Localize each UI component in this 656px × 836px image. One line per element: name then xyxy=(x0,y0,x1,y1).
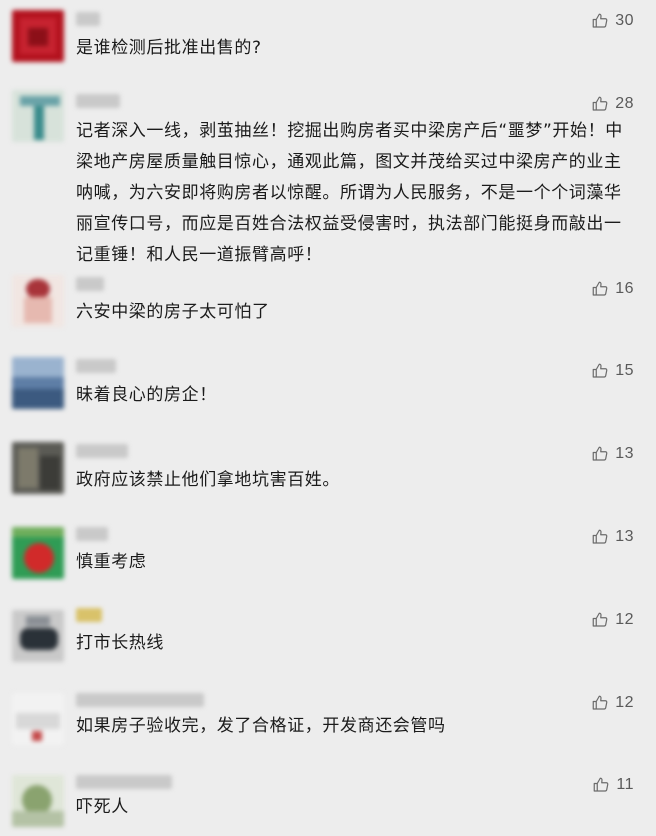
comment-text: 是谁检测后批准出售的? xyxy=(76,38,262,58)
like-button[interactable]: 15 xyxy=(591,360,634,382)
avatar[interactable] xyxy=(12,357,64,409)
like-button[interactable]: 11 xyxy=(592,774,634,796)
like-button[interactable]: 12 xyxy=(591,609,634,631)
comment-item: 昧着良心的房企！ 15 xyxy=(0,345,656,430)
comment-text: 六安中梁的房子太可怕了 xyxy=(76,302,270,322)
comment-text: 如果房子验收完，发了合格证，开发商还会管吗 xyxy=(76,716,446,736)
avatar[interactable] xyxy=(12,527,64,579)
comment-item: 政府应该禁止他们拿地坑害百姓。 13 xyxy=(0,430,656,515)
comment-text: 政府应该禁止他们拿地坑害百姓。 xyxy=(76,470,340,490)
thumbs-up-icon xyxy=(592,13,608,28)
thumbs-up-icon xyxy=(592,96,608,111)
nickname[interactable] xyxy=(76,12,100,26)
avatar[interactable] xyxy=(12,693,64,745)
like-button[interactable]: 13 xyxy=(591,526,634,548)
avatar[interactable] xyxy=(12,90,64,142)
thumbs-up-icon xyxy=(592,281,608,296)
like-count: 15 xyxy=(615,362,634,379)
nickname[interactable] xyxy=(76,527,108,541)
avatar[interactable] xyxy=(12,275,64,327)
like-count: 12 xyxy=(615,694,634,711)
like-button[interactable]: 28 xyxy=(591,93,634,115)
nickname[interactable] xyxy=(76,277,104,291)
comment-item: 慎重考虑 13 xyxy=(0,515,656,600)
comment-item: 如果房子验收完，发了合格证，开发商还会管吗 12 xyxy=(0,685,656,765)
like-count: 12 xyxy=(615,611,634,628)
avatar[interactable] xyxy=(12,775,64,827)
like-button[interactable]: 30 xyxy=(591,10,634,32)
like-count: 13 xyxy=(615,445,634,462)
comment-text: 吓死人 xyxy=(76,797,129,817)
comment-item: 吓死人 11 xyxy=(0,765,656,836)
comment-text: 记者深入一线，剥茧抽丝！挖掘出购房者买中梁房产后“噩梦”开始！中梁地产房屋质量触… xyxy=(76,121,623,265)
comment-text: 昧着良心的房企！ xyxy=(76,385,217,405)
like-button[interactable]: 12 xyxy=(591,692,634,714)
nickname[interactable] xyxy=(76,775,172,789)
thumbs-up-icon xyxy=(592,363,608,378)
comment-text: 慎重考虑 xyxy=(76,552,147,572)
thumbs-up-icon xyxy=(592,446,608,461)
comment-item: 记者深入一线，剥茧抽丝！挖掘出购房者买中梁房产后“噩梦”开始！中梁地产房屋质量触… xyxy=(0,80,656,265)
like-count: 28 xyxy=(615,95,634,112)
comment-item: 六安中梁的房子太可怕了 16 xyxy=(0,265,656,345)
nickname[interactable] xyxy=(76,444,128,458)
thumbs-up-icon xyxy=(594,777,609,792)
like-count: 11 xyxy=(616,776,634,793)
like-button[interactable]: 13 xyxy=(591,443,634,465)
thumbs-up-icon xyxy=(592,612,608,627)
like-count: 13 xyxy=(615,528,634,545)
avatar[interactable] xyxy=(12,10,64,62)
comment-list: 是谁检测后批准出售的? 30 记者深入一线，剥茧抽丝！挖掘出购房者买中梁房产后“… xyxy=(0,0,656,836)
like-button[interactable]: 16 xyxy=(591,278,634,300)
comment-item: 打市长热线 12 xyxy=(0,600,656,685)
like-count: 16 xyxy=(615,280,634,297)
thumbs-up-icon xyxy=(592,529,608,544)
comment-item: 是谁检测后批准出售的? 30 xyxy=(0,0,656,80)
nickname[interactable] xyxy=(76,94,120,108)
nickname[interactable] xyxy=(76,608,102,622)
comment-text: 打市长热线 xyxy=(76,633,164,653)
nickname[interactable] xyxy=(76,693,204,707)
like-count: 30 xyxy=(615,12,634,29)
thumbs-up-icon xyxy=(592,695,608,710)
avatar[interactable] xyxy=(12,442,64,494)
nickname[interactable] xyxy=(76,359,116,373)
avatar[interactable] xyxy=(12,610,64,662)
